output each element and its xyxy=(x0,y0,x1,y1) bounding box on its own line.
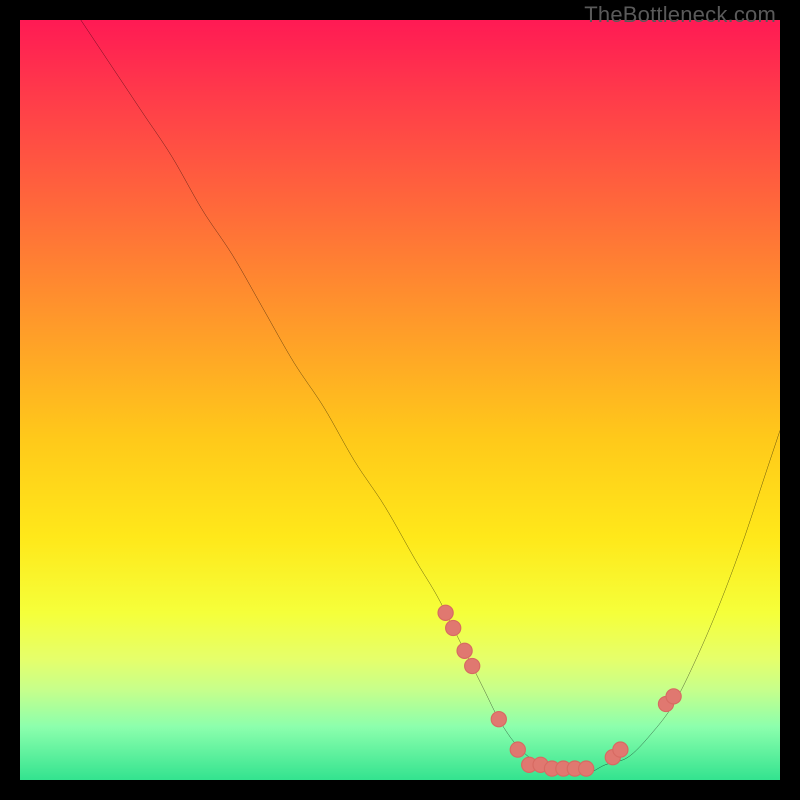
data-dot xyxy=(491,712,506,727)
data-dot xyxy=(438,605,453,620)
curve-layer xyxy=(20,20,780,780)
data-dot xyxy=(465,658,480,673)
bottleneck-curve xyxy=(81,20,780,773)
data-dot xyxy=(510,742,525,757)
plot-area xyxy=(20,20,780,780)
watermark-text: TheBottleneck.com xyxy=(584,2,776,28)
chart-frame: TheBottleneck.com xyxy=(0,0,800,800)
data-dot xyxy=(457,643,472,658)
data-dot xyxy=(613,742,628,757)
data-dot xyxy=(579,761,594,776)
data-dot xyxy=(446,620,461,635)
data-dots xyxy=(438,605,681,776)
data-dot xyxy=(666,689,681,704)
